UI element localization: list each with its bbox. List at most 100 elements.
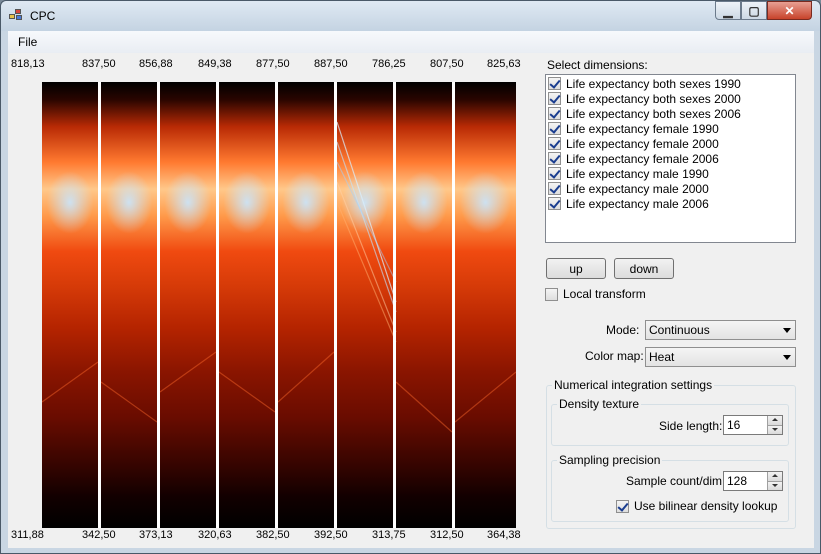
spin-up-icon[interactable] [767, 416, 782, 425]
dimension-label: Life expectancy male 2006 [566, 196, 709, 211]
side-length-label: Side length: [659, 419, 723, 433]
sample-count-label: Sample count/dim: [626, 474, 726, 488]
axis-bottom-label-6: 392,50 [314, 529, 348, 541]
dimension-checkbox[interactable] [548, 77, 561, 90]
down-button-label: down [629, 261, 659, 276]
dimension-label: Life expectancy female 2006 [566, 151, 719, 166]
axis-top-label-8: 807,50 [430, 58, 464, 70]
axis-top-label-2: 837,50 [82, 58, 116, 70]
axis-bottom-label-2: 342,50 [82, 529, 116, 541]
axis-bottom-label-3: 373,13 [139, 529, 173, 541]
chevron-down-icon [783, 328, 791, 333]
minimize-icon: ▁ [723, 3, 733, 18]
mode-label: Mode: [606, 323, 640, 337]
color-map-select[interactable]: Heat [645, 347, 796, 367]
dimension-checkbox[interactable] [548, 107, 561, 120]
axis-top-label-9: 825,63 [487, 58, 521, 70]
maximize-icon: ▢ [748, 3, 760, 18]
axis-bottom-label-5: 382,50 [256, 529, 290, 541]
dimension-label: Life expectancy both sexes 2006 [566, 106, 741, 121]
local-transform-label: Local transform [563, 287, 646, 301]
axis-top-label-3: 856,88 [139, 58, 173, 70]
axis-bottom-label-7: 313,75 [372, 529, 406, 541]
bilinear-lookup-label: Use bilinear density lookup [634, 499, 778, 513]
dimension-item[interactable]: Life expectancy both sexes 2000 [548, 91, 741, 106]
app-icon [9, 9, 23, 21]
axis-top-label-5: 877,50 [256, 58, 290, 70]
density-plot[interactable] [42, 82, 516, 528]
local-transform-checkbox[interactable] [545, 287, 558, 301]
axis-top-label-7: 786,25 [372, 58, 406, 70]
dimension-checkbox[interactable] [548, 92, 561, 105]
axis-line-7 [393, 82, 396, 528]
axis-bottom-label-9: 364,38 [487, 529, 521, 541]
spin-down-icon[interactable] [767, 480, 782, 490]
dimension-item[interactable]: Life expectancy male 2000 [548, 181, 709, 196]
axis-line-3 [157, 82, 160, 528]
bilinear-lookup-option[interactable]: Use bilinear density lookup [616, 499, 777, 513]
dimension-checkbox[interactable] [548, 137, 561, 150]
axis-bottom-label-1: 311,88 [11, 529, 44, 541]
dimension-item[interactable]: Life expectancy male 1990 [548, 166, 709, 181]
color-map-label: Color map: [585, 349, 644, 363]
dimension-checkbox[interactable] [548, 122, 561, 135]
axis-top-label-4: 849,38 [198, 58, 232, 70]
dimension-item[interactable]: Life expectancy male 2006 [548, 196, 709, 211]
close-icon: ✕ [784, 3, 795, 18]
spin-up-icon[interactable] [767, 472, 782, 481]
up-button-label: up [569, 261, 583, 276]
axis-top-label-1: 818,13 [11, 58, 45, 70]
plot-streaks [42, 121, 516, 433]
sampling-precision-title: Sampling precision [557, 453, 663, 467]
dimension-item[interactable]: Life expectancy female 1990 [548, 121, 719, 136]
maximize-button[interactable]: ▢ [741, 1, 767, 20]
axis-bottom-label-8: 312,50 [430, 529, 464, 541]
side-length-value: 16 [727, 418, 741, 432]
density-texture-title: Density texture [557, 397, 642, 411]
dimension-label: Life expectancy male 1990 [566, 166, 709, 181]
axis-line-5 [275, 82, 278, 528]
mode-value: Continuous [649, 323, 710, 337]
dimension-label: Life expectancy both sexes 2000 [566, 91, 741, 106]
mode-select[interactable]: Continuous [645, 320, 796, 340]
dimension-item[interactable]: Life expectancy female 2006 [548, 151, 719, 166]
numerical-integration-title: Numerical integration settings [552, 378, 715, 392]
bilinear-lookup-checkbox[interactable] [616, 499, 629, 513]
dimension-item[interactable]: Life expectancy both sexes 2006 [548, 106, 741, 121]
axis-top-label-6: 887,50 [314, 58, 348, 70]
color-map-value: Heat [649, 350, 675, 364]
close-button[interactable]: ✕ [767, 1, 812, 20]
dimension-checkbox[interactable] [548, 197, 561, 210]
dimension-checkbox[interactable] [548, 182, 561, 195]
axis-bottom-label-4: 320,63 [198, 529, 232, 541]
menu-file[interactable]: File [18, 35, 37, 49]
axis-line-2 [98, 82, 101, 528]
axis-line-8 [452, 82, 455, 528]
axis-line-6 [334, 82, 337, 528]
minimize-button[interactable]: ▁ [715, 1, 741, 20]
dimension-checkbox[interactable] [548, 152, 561, 165]
dimension-item[interactable]: Life expectancy both sexes 1990 [548, 76, 741, 91]
down-button[interactable]: down [614, 258, 674, 279]
client-area: File 818,13 837,50 856,88 849,38 877,50 … [8, 31, 814, 548]
title-bar[interactable]: CPC ▁ ▢ ✕ [1, 1, 820, 31]
sample-count-input[interactable]: 128 [723, 471, 783, 491]
spin-down-icon[interactable] [767, 424, 782, 434]
dimension-label: Life expectancy female 1990 [566, 121, 719, 136]
dimension-item[interactable]: Life expectancy female 2000 [548, 136, 719, 151]
up-button[interactable]: up [546, 258, 606, 279]
side-length-input[interactable]: 16 [723, 415, 783, 435]
sample-count-value: 128 [727, 474, 748, 488]
dimension-label: Life expectancy female 2000 [566, 136, 719, 151]
window-title: CPC [30, 9, 56, 23]
dimensions-listbox[interactable]: Life expectancy both sexes 1990 Life exp… [545, 74, 796, 243]
select-dimensions-label: Select dimensions: [547, 58, 648, 72]
local-transform-option[interactable]: Local transform [545, 287, 646, 301]
chevron-down-icon [783, 355, 791, 360]
app-window: CPC ▁ ▢ ✕ File 818,13 837,50 856,88 849,… [0, 0, 821, 554]
dimension-checkbox[interactable] [548, 167, 561, 180]
dimension-label: Life expectancy male 2000 [566, 181, 709, 196]
menu-bar: File [8, 31, 814, 53]
dimension-label: Life expectancy both sexes 1990 [566, 76, 741, 91]
axis-line-4 [216, 82, 219, 528]
